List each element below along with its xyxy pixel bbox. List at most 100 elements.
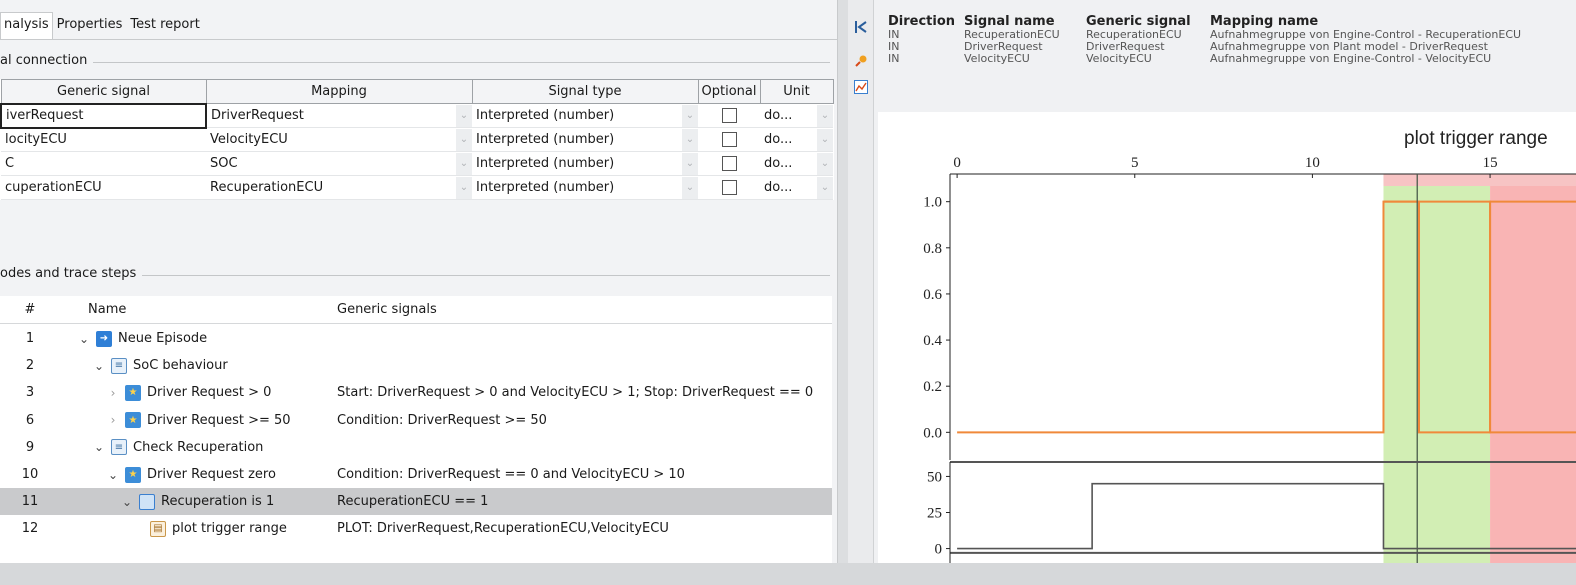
plot-area: plot trigger range 0 5 10 15 0.0 0.2 0.4 0.6 0.8 1… bbox=[878, 112, 1576, 563]
col-header-unit[interactable]: Unit bbox=[759, 79, 834, 104]
signal-name-cell: VelocityECU bbox=[964, 52, 1030, 65]
optional-cell bbox=[698, 151, 760, 176]
tab-test-report[interactable]: Test report bbox=[126, 12, 203, 40]
signal-type-cell[interactable]: Interpreted (number) ⌄ bbox=[472, 175, 698, 200]
trace-step-icon: ★ bbox=[125, 466, 141, 483]
tree-row[interactable]: 1 ⌄ ➜ Neue Episode bbox=[0, 325, 832, 352]
right-panel: Direction IN IN IN Signal name Recuperat… bbox=[848, 0, 1576, 563]
chevron-down-icon[interactable]: ⌄ bbox=[682, 104, 698, 127]
signal-type-cell[interactable]: Interpreted (number) ⌄ bbox=[472, 127, 698, 152]
optional-checkbox[interactable] bbox=[721, 156, 737, 171]
tree-node: › ★ Driver Request > 0 bbox=[107, 384, 272, 401]
trace-step-icon: ★ bbox=[125, 412, 141, 429]
col-header-generic-signals[interactable]: Generic signals bbox=[337, 302, 437, 317]
chart-icon[interactable] bbox=[852, 78, 870, 96]
tree-node: ▤ plot trigger range bbox=[150, 520, 287, 537]
col-header-optional[interactable]: Optional bbox=[697, 79, 761, 104]
generic-signal-cell[interactable]: C bbox=[1, 151, 206, 176]
tree-row[interactable]: 12 ▤ plot trigger range PLOT: DriverRequest… bbox=[0, 515, 832, 542]
chevron-right-icon[interactable]: › bbox=[107, 413, 119, 427]
y-tick-label: 1.0 bbox=[923, 195, 942, 211]
chevron-down-icon[interactable]: ⌄ bbox=[682, 176, 698, 199]
unit-cell[interactable]: do... ⌄ bbox=[760, 175, 833, 200]
tree-row[interactable]: 2 ⌄ ≡ SoC behaviour bbox=[0, 352, 832, 379]
unit-value: do... bbox=[764, 132, 793, 147]
generic-signal-column: Generic signal RecuperationECU DriverReq… bbox=[1086, 14, 1206, 65]
unit-cell[interactable]: do... ⌄ bbox=[760, 127, 833, 152]
tree-row[interactable]: 11 ⌄ Recuperation is 1 RecuperationECU == 1 bbox=[0, 488, 832, 516]
optional-checkbox[interactable] bbox=[721, 108, 737, 123]
chevron-down-icon[interactable]: ⌄ bbox=[93, 440, 105, 454]
chevron-down-icon[interactable]: ⌄ bbox=[456, 152, 472, 175]
y-tick-label: 0.2 bbox=[923, 379, 942, 395]
chevron-down-icon[interactable]: ⌄ bbox=[817, 152, 833, 175]
node-name: Driver Request > 0 bbox=[147, 385, 272, 401]
clipboard-icon: ≡ bbox=[111, 357, 127, 374]
left-panel: nalysis Properties Test report al connec… bbox=[0, 0, 838, 563]
optional-checkbox[interactable] bbox=[721, 180, 737, 195]
tab-bar: nalysis Properties Test report bbox=[0, 12, 204, 40]
col-header-signal-type[interactable]: Signal type bbox=[471, 79, 699, 104]
chevron-down-icon[interactable]: ⌄ bbox=[121, 495, 133, 509]
x-tick-label: 15 bbox=[1483, 155, 1498, 171]
generic-signal-cell[interactable]: cuperationECU bbox=[1, 175, 206, 200]
mapping-name-cell: Aufnahmegruppe von Engine-Control - Velo… bbox=[1210, 52, 1492, 65]
unit-value: do... bbox=[764, 108, 793, 123]
tree-row[interactable]: 6 › ★ Driver Request >= 50 Condition: Driver… bbox=[0, 407, 832, 434]
mapping-value: VelocityECU bbox=[210, 132, 288, 147]
generic-signal-cell: VelocityECU bbox=[1086, 52, 1152, 65]
mapping-cell[interactable]: SOC ⌄ bbox=[206, 151, 472, 176]
collapse-left-icon[interactable] bbox=[852, 18, 870, 36]
chevron-down-icon[interactable]: ⌄ bbox=[456, 128, 472, 151]
chart-title: plot trigger range bbox=[1404, 128, 1548, 149]
tree-row[interactable]: 3 › ★ Driver Request > 0 Start: DriverReques… bbox=[0, 379, 832, 406]
col-header-mapping[interactable]: Mapping bbox=[205, 79, 473, 104]
signal-type-value: Interpreted (number) bbox=[476, 180, 615, 195]
signal-row[interactable]: iverRequest DriverRequest ⌄ Interpreted (nu… bbox=[0, 102, 833, 129]
chevron-down-icon[interactable]: ⌄ bbox=[682, 152, 698, 175]
chevron-down-icon[interactable]: ⌄ bbox=[817, 128, 833, 151]
tab-analysis[interactable]: nalysis bbox=[0, 12, 53, 40]
tree-row[interactable]: 10 ⌄ ★ Driver Request zero Condition: Driver… bbox=[0, 461, 832, 488]
mapping-cell[interactable]: DriverRequest ⌄ bbox=[206, 103, 472, 128]
col-header-num[interactable]: # bbox=[10, 302, 50, 317]
trace-step-icon: ★ bbox=[125, 384, 141, 401]
signal-type-cell[interactable]: Interpreted (number) ⌄ bbox=[472, 103, 698, 128]
node-name: plot trigger range bbox=[172, 521, 287, 537]
node-name: SoC behaviour bbox=[133, 358, 228, 374]
node-name: Driver Request zero bbox=[147, 467, 276, 482]
tree-node: › ★ Driver Request >= 50 bbox=[107, 412, 291, 429]
col-header-name[interactable]: Name bbox=[88, 302, 126, 317]
row-number: 9 bbox=[25, 439, 35, 455]
x-tick-label: 0 bbox=[953, 155, 961, 171]
signal-row[interactable]: C SOC ⌄ Interpreted (number) ⌄ do... ⌄ bbox=[1, 151, 833, 176]
signal-row[interactable]: cuperationECU RecuperationECU ⌄ Interpreted… bbox=[1, 175, 833, 200]
chevron-down-icon[interactable]: ⌄ bbox=[93, 359, 105, 373]
mapping-name-column: Mapping name Aufnahmegruppe von Engine-C… bbox=[1210, 14, 1570, 65]
tree-row[interactable]: 9 ⌄ ≡ Check Recuperation bbox=[0, 434, 832, 461]
generic-signal-cell[interactable]: locityECU bbox=[1, 127, 206, 152]
pin-icon[interactable] bbox=[852, 52, 870, 70]
chevron-down-icon[interactable]: ⌄ bbox=[817, 176, 833, 199]
chevron-down-icon[interactable]: ⌄ bbox=[817, 104, 833, 127]
generic-signal-cell[interactable]: iverRequest bbox=[0, 102, 207, 129]
unit-cell[interactable]: do... ⌄ bbox=[760, 103, 833, 128]
mapping-cell[interactable]: VelocityECU ⌄ bbox=[206, 127, 472, 152]
signal-row[interactable]: locityECU VelocityECU ⌄ Interpreted (number… bbox=[1, 127, 833, 152]
col-header-generic-signal[interactable]: Generic signal bbox=[0, 79, 207, 104]
tab-properties[interactable]: Properties bbox=[53, 12, 127, 40]
y-tick-label: 0.0 bbox=[923, 425, 942, 441]
row-number: 12 bbox=[21, 521, 39, 537]
optional-checkbox[interactable] bbox=[721, 132, 737, 147]
mapping-cell[interactable]: RecuperationECU ⌄ bbox=[206, 175, 472, 200]
chevron-right-icon[interactable]: › bbox=[107, 386, 119, 400]
mapping-value: DriverRequest bbox=[211, 108, 304, 123]
chevron-down-icon[interactable]: ⌄ bbox=[456, 176, 472, 199]
chevron-down-icon[interactable]: ⌄ bbox=[682, 128, 698, 151]
y-tick-label: 0 bbox=[935, 542, 943, 558]
signal-type-cell[interactable]: Interpreted (number) ⌄ bbox=[472, 151, 698, 176]
unit-cell[interactable]: do... ⌄ bbox=[760, 151, 833, 176]
chevron-down-icon[interactable]: ⌄ bbox=[78, 332, 90, 346]
chevron-down-icon[interactable]: ⌄ bbox=[456, 104, 472, 127]
chevron-down-icon[interactable]: ⌄ bbox=[107, 468, 119, 482]
